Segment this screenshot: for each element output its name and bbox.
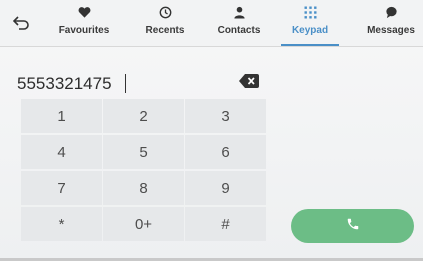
tab-messages[interactable]: Messages (364, 3, 418, 43)
tab-label: Recents (145, 25, 185, 36)
top-tab-bar: Favourites Recents Contacts Keypad Messa… (0, 0, 423, 47)
key-3[interactable]: 3 (185, 99, 266, 133)
dialed-number-field[interactable]: 5553321475 (17, 74, 112, 94)
phone-icon (346, 217, 360, 236)
key-0-plus[interactable]: 0+ (103, 207, 184, 241)
key-9[interactable]: 9 (185, 171, 266, 205)
dialpad-icon (304, 3, 317, 21)
key-star[interactable]: * (21, 207, 102, 241)
tab-label: Favourites (58, 25, 110, 36)
active-tab-indicator (281, 44, 339, 46)
clock-icon (159, 3, 172, 21)
key-2[interactable]: 2 (103, 99, 184, 133)
key-hash[interactable]: # (185, 207, 266, 241)
tab-label: Contacts (217, 25, 261, 36)
key-5[interactable]: 5 (103, 135, 184, 169)
text-cursor (125, 74, 126, 93)
dial-keypad: 1 2 3 4 5 6 7 8 9 * 0+ # (21, 99, 266, 241)
key-6[interactable]: 6 (185, 135, 266, 169)
tab-keypad[interactable]: Keypad (281, 3, 339, 46)
key-1[interactable]: 1 (21, 99, 102, 133)
phone-dialer-screen: Favourites Recents Contacts Keypad Messa… (0, 0, 423, 261)
call-button[interactable] (291, 209, 414, 243)
tab-label: Messages (367, 25, 415, 36)
key-7[interactable]: 7 (21, 171, 102, 205)
chat-bubble-icon (385, 3, 398, 21)
tab-label: Keypad (291, 25, 329, 36)
back-arrow-icon[interactable] (9, 12, 33, 34)
tab-contacts[interactable]: Contacts (214, 3, 264, 43)
key-4[interactable]: 4 (21, 135, 102, 169)
backspace-icon[interactable] (239, 74, 259, 90)
heart-icon (78, 3, 91, 21)
tab-recents[interactable]: Recents (140, 3, 190, 43)
key-8[interactable]: 8 (103, 171, 184, 205)
tab-favourites[interactable]: Favourites (53, 3, 115, 43)
person-icon (233, 3, 246, 21)
